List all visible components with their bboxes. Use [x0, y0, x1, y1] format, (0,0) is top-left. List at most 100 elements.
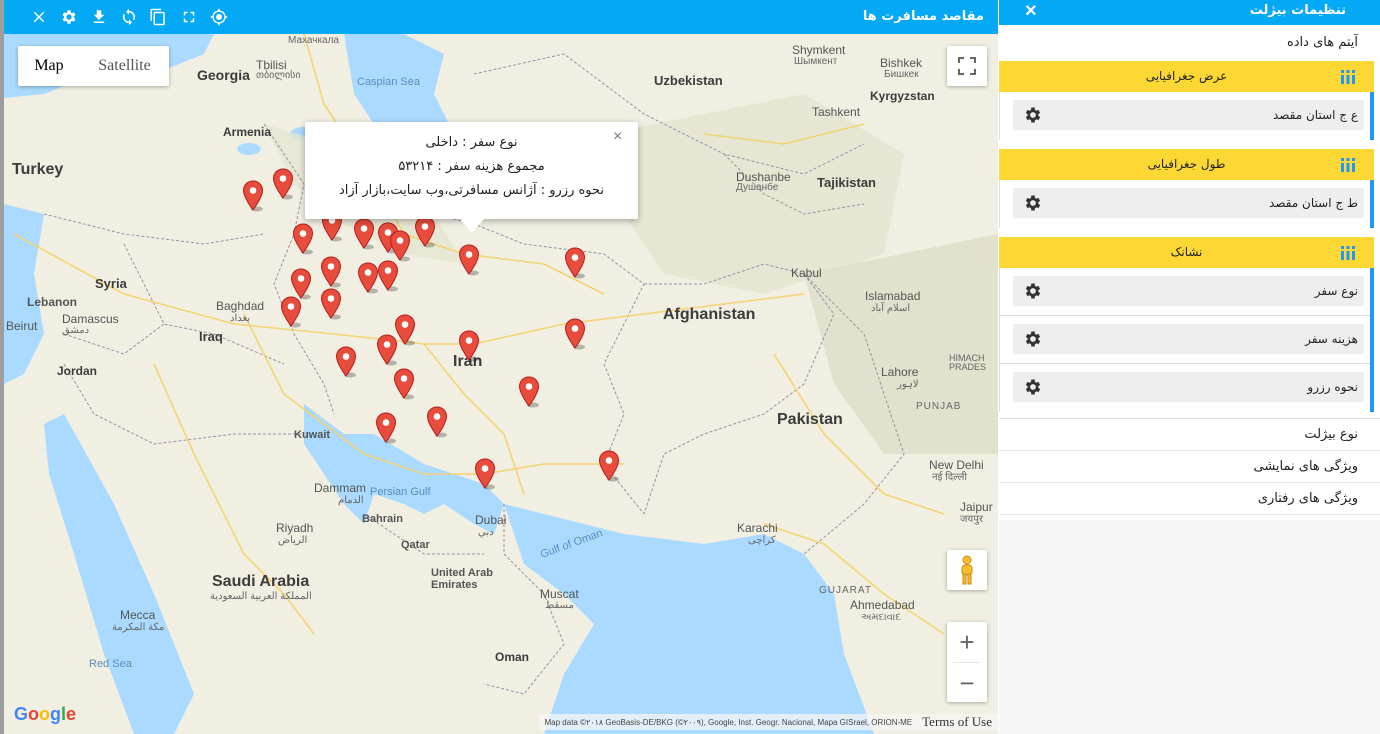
label-karachi: Karachi — [737, 521, 778, 535]
label-jaipur-native: जयपुर — [960, 514, 983, 525]
label-new-delhi: New Delhi — [929, 458, 984, 472]
map-marker[interactable] — [377, 260, 399, 292]
field-box[interactable]: نحوه رزرو — [1013, 372, 1364, 402]
field-label: نوع سفر — [1314, 284, 1358, 298]
info-booking-method: نحوه رزرو : آژانس مسافرتی،وب سایت،بازار … — [338, 183, 605, 198]
refresh-icon[interactable] — [118, 6, 140, 28]
field-item: ع ج استان مقصد — [1000, 92, 1370, 140]
map-marker[interactable] — [598, 450, 620, 482]
settings-empty-area — [999, 520, 1380, 734]
group-marker: نشانک نوع سفر هزینه سفر نحوه رزرو — [999, 237, 1374, 412]
map-marker[interactable] — [335, 346, 357, 378]
field-box[interactable]: هزینه سفر — [1013, 324, 1364, 354]
map-type-map-button[interactable]: Map — [18, 46, 80, 86]
map-marker[interactable] — [393, 368, 415, 400]
terms-of-use-link[interactable]: Terms of Use — [922, 714, 992, 730]
field-box[interactable]: ط ج استان مقصد — [1013, 188, 1364, 218]
street-view-pegman[interactable] — [947, 550, 987, 590]
bars-icon — [1341, 158, 1355, 172]
map-marker[interactable] — [564, 247, 586, 279]
group-title: نشانک — [1170, 245, 1203, 259]
label-beirut: Beirut — [6, 319, 38, 333]
behavior-properties-link[interactable]: ویژگی های رفتاری — [999, 483, 1380, 515]
locate-icon[interactable] — [208, 6, 230, 28]
group-header[interactable]: طول جغرافیایی — [999, 149, 1374, 180]
display-properties-link[interactable]: ویژگی های نمایشی — [999, 451, 1380, 483]
zoom-out-button[interactable]: − — [947, 663, 987, 703]
download-icon[interactable] — [88, 6, 110, 28]
label-dushanbe-native: Душанбе — [736, 182, 779, 193]
group-header[interactable]: نشانک — [999, 237, 1374, 268]
google-logo: Google — [14, 704, 77, 724]
label-riyadh-native: الرياض — [278, 535, 308, 546]
label-damascus: Damascus — [62, 312, 119, 326]
map-marker[interactable] — [320, 256, 342, 288]
label-makhachkala: Махачкала — [288, 35, 339, 46]
map-marker[interactable] — [375, 412, 397, 444]
group-header[interactable]: عرض جغرافیایی — [999, 61, 1374, 92]
zoom-in-button[interactable]: + — [947, 622, 987, 662]
close-icon[interactable] — [28, 6, 50, 28]
label-saudi-native: المملكة العربية السعودية — [210, 591, 312, 602]
zoom-control: + − — [947, 622, 987, 702]
label-kyrgyzstan: Kyrgyzstan — [870, 89, 935, 103]
map-marker[interactable] — [414, 216, 436, 248]
map-marker[interactable] — [292, 223, 314, 255]
copy-icon[interactable] — [147, 6, 169, 28]
label-syria: Syria — [95, 276, 127, 291]
map-marker[interactable] — [458, 244, 480, 276]
expand-icon[interactable] — [178, 6, 200, 28]
label-lahore: Lahore — [881, 365, 919, 379]
map-marker[interactable] — [474, 458, 496, 490]
label-baghdad: Baghdad — [216, 299, 265, 313]
info-window-close-button[interactable]: × — [613, 128, 622, 146]
label-kabul: Kabul — [791, 266, 822, 280]
map-canvas[interactable]: Georgia Tbilisi თბილისი Махачкала Caspia… — [4, 34, 998, 734]
settings-header: تنظیمات بیژلت × — [999, 0, 1380, 25]
label-muscat-native: مسقط — [545, 600, 574, 611]
label-bahrain: Bahrain — [362, 513, 403, 525]
map-marker[interactable] — [376, 334, 398, 366]
settings-close-button[interactable]: × — [1025, 0, 1037, 23]
label-uae: United Arab Emirates — [431, 567, 493, 592]
label-lebanon: Lebanon — [27, 295, 77, 309]
fullscreen-icon — [958, 57, 976, 75]
field-box[interactable]: نوع سفر — [1013, 276, 1364, 306]
map-marker[interactable] — [242, 180, 264, 212]
label-pakistan: Pakistan — [777, 411, 843, 428]
map-marker[interactable] — [353, 218, 375, 250]
map-marker[interactable] — [458, 330, 480, 362]
pegman-icon — [961, 555, 973, 585]
map-marker[interactable] — [320, 288, 342, 320]
gear-icon[interactable] — [58, 6, 80, 28]
gear-icon[interactable] — [1023, 193, 1043, 213]
map-attribution: Map data ©۲۰۱۸ GeoBasis-DE/BKG (©۲۰۰۹), … — [538, 714, 998, 730]
fullscreen-button[interactable] — [947, 46, 987, 86]
field-label: هزینه سفر — [1305, 332, 1358, 346]
map-marker[interactable] — [564, 318, 586, 350]
gear-icon[interactable] — [1023, 105, 1043, 125]
map-marker[interactable] — [389, 230, 411, 262]
map-marker[interactable] — [280, 296, 302, 328]
label-qatar: Qatar — [401, 539, 430, 551]
map-marker[interactable] — [357, 262, 379, 294]
map-type-satellite-button[interactable]: Satellite — [80, 46, 169, 86]
info-window: × نوع سفر : داخلی مجموع هزینه سفر : ۵۳۲۱… — [305, 122, 638, 233]
map-marker[interactable] — [272, 168, 294, 200]
gear-icon[interactable] — [1023, 281, 1043, 301]
widget-type-link[interactable]: نوع بیژلت — [999, 419, 1380, 451]
label-mecca: Mecca — [120, 608, 156, 622]
label-shymkent-native: Шымкент — [794, 56, 838, 67]
gear-icon[interactable] — [1023, 377, 1043, 397]
label-afghanistan: Afghanistan — [663, 306, 756, 323]
gear-icon[interactable] — [1023, 329, 1043, 349]
label-bishkek: Bishkek — [880, 56, 923, 70]
map-marker[interactable] — [426, 406, 448, 438]
label-turkey: Turkey — [12, 161, 64, 178]
map-marker[interactable] — [518, 376, 540, 408]
field-box[interactable]: ع ج استان مقصد — [1013, 100, 1364, 130]
map-widget: مقاصد مسافرت ها Georgia Tbilisi თბილისი … — [0, 0, 998, 734]
label-oman: Oman — [495, 650, 530, 664]
label-islamabad: Islamabad — [865, 289, 921, 303]
data-item-groups: عرض جغرافیایی ع ج استان مقصد طول جغرافیا… — [999, 61, 1380, 412]
